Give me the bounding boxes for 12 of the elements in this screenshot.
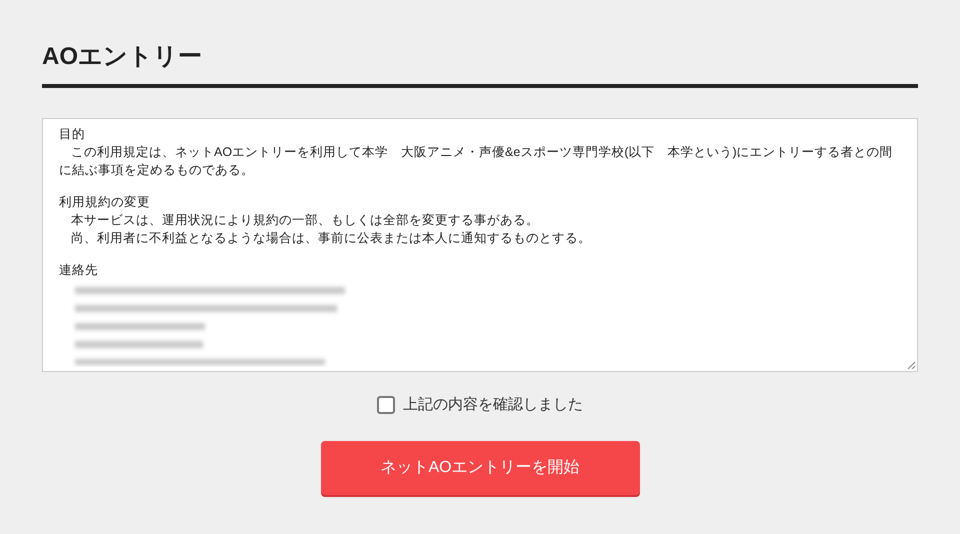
section-text: この利用規定は、ネットAOエントリーを利用して本学 大阪アニメ・声優&eスポーツ専門学校(以下 本学という)にエントリーする者との間に結ぶ事項を定めるものである。	[59, 144, 894, 179]
terms-text-area[interactable]: 目的 この利用規定は、ネットAOエントリーを利用して本学 大阪アニメ・声優&eスポーツ専門学校(以下 本学という)にエントリーする者との間に結ぶ事項を定めるものである。 利用規約の変更 本サービスは、運用状況により規約の一部、もしくは全部を変更する事がある。 尚、利用者に不利益となるような場合は、事前に公表または本人に通知するものとする。 連絡先	[42, 118, 918, 372]
resize-handle-icon[interactable]	[907, 361, 915, 369]
section-heading: 目的	[59, 126, 85, 143]
page-title: AOエントリー	[42, 42, 202, 72]
section-heading: 連絡先	[59, 262, 98, 279]
section-heading: 利用規約の変更	[59, 194, 150, 211]
section-text: 尚、利用者に不利益となるような場合は、事前に公表または本人に通知するものとする。	[70, 230, 592, 247]
start-entry-button[interactable]: ネットAOエントリーを開始	[320, 440, 640, 494]
agree-checkbox[interactable]	[377, 396, 395, 414]
agree-label: 上記の内容を確認しました	[403, 395, 583, 415]
section-text: 本サービスは、運用状況により規約の一部、もしくは全部を変更する事がある。	[70, 212, 540, 229]
